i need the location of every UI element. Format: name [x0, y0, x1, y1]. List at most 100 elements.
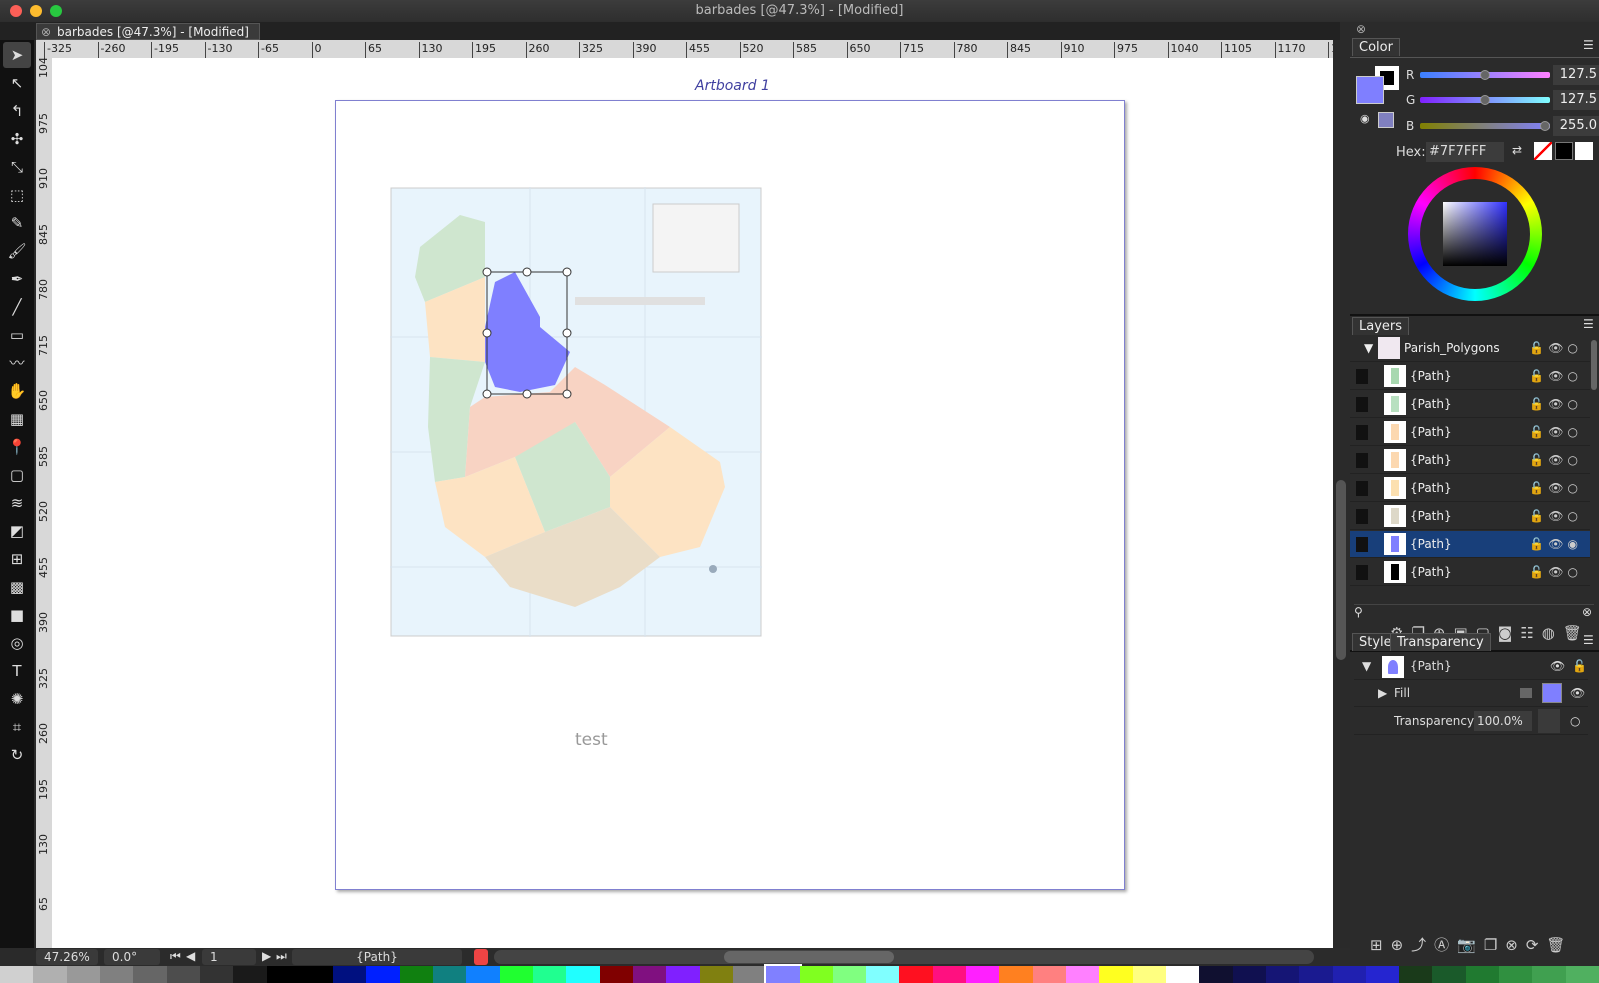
fill-visibility-icon[interactable]: 👁	[1570, 680, 1585, 707]
barbados-map[interactable]	[390, 187, 762, 637]
palette-swatch[interactable]	[599, 966, 633, 983]
expand-triangle-icon[interactable]: ▼	[1362, 653, 1371, 680]
minimize-window-button[interactable]	[30, 5, 42, 17]
layer-controls-icon[interactable]: 🔓👁◉	[1529, 531, 1582, 558]
layer-item[interactable]: {Path} 🔓👁○	[1350, 419, 1590, 446]
maximize-window-button[interactable]	[50, 5, 62, 17]
pattern-tool-icon[interactable]: ▩	[3, 574, 31, 600]
white-swatch[interactable]	[1575, 142, 1593, 160]
palette-swatch[interactable]	[99, 966, 134, 983]
next-page-icon[interactable]: ▶	[262, 949, 271, 963]
lock-icon[interactable]: 🔓	[1572, 653, 1587, 680]
canvas-text[interactable]: test	[575, 730, 608, 750]
fill-tool-icon[interactable]: ■	[3, 602, 31, 628]
clear-search-icon[interactable]: ⊗	[1582, 605, 1592, 619]
palette-swatch[interactable]	[1332, 966, 1366, 983]
color-panel-tab[interactable]: Color	[1352, 38, 1400, 56]
fill-swatch[interactable]	[1356, 76, 1384, 104]
crop-tool-icon[interactable]: ⌗	[3, 714, 31, 740]
line-tool-icon[interactable]: ╱	[3, 294, 31, 320]
palette-swatch[interactable]	[1099, 966, 1133, 983]
palette-swatch[interactable]	[166, 966, 200, 983]
palette-swatch[interactable]	[266, 966, 300, 983]
symbol-tool-icon[interactable]: ✺	[3, 686, 31, 712]
shapes-tool-icon[interactable]: ◎	[3, 630, 31, 656]
layer-group[interactable]: ▼ Parish_Polygons 🔓👁○	[1350, 335, 1590, 362]
layer-item[interactable]: {Path} 🔓👁○	[1350, 475, 1590, 502]
layer-controls-icon[interactable]: 🔓👁○	[1529, 363, 1582, 390]
palette-swatch[interactable]	[1532, 966, 1566, 983]
selection-field[interactable]: {Path}	[292, 949, 462, 965]
mesh-tool-icon[interactable]: ⊞	[3, 546, 31, 572]
palette-swatch[interactable]	[1199, 966, 1233, 983]
layer-item[interactable]: {Path} 🔓👁○	[1350, 447, 1590, 474]
palette-swatch[interactable]	[533, 966, 567, 983]
layer-controls-icon[interactable]: 🔓👁○	[1529, 419, 1582, 446]
g-value[interactable]: 127.5	[1553, 90, 1599, 110]
layer-controls-icon[interactable]: 🔓👁○	[1529, 503, 1582, 530]
style-menu-icon[interactable]: ☰	[1583, 633, 1594, 647]
layers-scrollbar[interactable]	[1591, 340, 1597, 390]
zoom-field[interactable]: 47.26%	[36, 949, 98, 965]
palette-swatch[interactable]	[466, 966, 500, 983]
palette-swatch[interactable]	[1032, 966, 1066, 983]
palette-swatch[interactable]	[764, 964, 802, 983]
gradient-mesh-tool-icon[interactable]: ▦	[3, 406, 31, 432]
palette-swatch[interactable]	[1365, 966, 1400, 983]
palette-swatch[interactable]	[1165, 966, 1200, 983]
palette-swatch[interactable]	[1232, 966, 1266, 983]
palette-swatch[interactable]	[1265, 966, 1300, 983]
vertical-scroll-thumb[interactable]	[1336, 480, 1346, 660]
horizontal-scroll-thumb[interactable]	[724, 951, 894, 963]
hatch-tool-icon[interactable]: ≋	[3, 490, 31, 516]
layers-menu-icon[interactable]: ☰	[1583, 317, 1594, 331]
palette-swatch[interactable]	[632, 966, 667, 983]
secondary-swatch[interactable]	[1378, 112, 1394, 128]
g-slider-knob[interactable]	[1480, 95, 1490, 105]
fill-color-swatch[interactable]	[1542, 683, 1562, 703]
transparency-swatch[interactable]	[1538, 709, 1560, 733]
b-slider[interactable]	[1420, 121, 1550, 131]
panel-menu-icon[interactable]: ☰	[1583, 38, 1594, 52]
fill-mode-icon[interactable]	[1520, 688, 1532, 698]
b-value[interactable]: 255.0	[1553, 116, 1599, 136]
document-tab[interactable]: ⊗ barbades [@47.3%] - [Modified]	[36, 23, 260, 40]
selector-tool-icon[interactable]: ➤	[3, 42, 31, 68]
layer-controls-icon[interactable]: 🔓👁○	[1529, 475, 1582, 502]
no-color-swatch[interactable]	[1534, 142, 1552, 160]
vertical-scrollbar[interactable]	[1333, 40, 1350, 948]
last-page-icon[interactable]: ⏭	[276, 949, 287, 964]
palette-swatch[interactable]	[333, 966, 367, 983]
hex-field[interactable]: #7F7FFF	[1426, 142, 1504, 162]
palette-swatch[interactable]	[799, 966, 833, 983]
palette-swatch[interactable]	[1399, 966, 1433, 983]
palette-swatch[interactable]	[199, 966, 234, 983]
layer-controls-icon[interactable]: 🔓👁○	[1529, 447, 1582, 474]
freehand-tool-icon[interactable]: ✎	[3, 210, 31, 236]
expand-triangle-icon[interactable]: ▼	[1364, 335, 1373, 362]
palette-swatch[interactable]	[1299, 966, 1333, 983]
transparency-tab[interactable]: Transparency	[1390, 633, 1491, 651]
palette-swatch[interactable]	[33, 966, 67, 983]
first-page-icon[interactable]: ⏮	[170, 949, 181, 964]
calligraphy-tool-icon[interactable]: 〰	[3, 350, 31, 376]
palette-swatch[interactable]	[1499, 966, 1533, 983]
palette-swatch[interactable]	[433, 966, 467, 983]
measure-tool-icon[interactable]: ⤡	[3, 154, 31, 180]
frame-tool-icon[interactable]: ▢	[3, 462, 31, 488]
rotate-tool-icon[interactable]: ↻	[3, 742, 31, 768]
palette-swatch[interactable]	[699, 966, 733, 983]
palette-swatch[interactable]	[66, 966, 100, 983]
spray-tool-icon[interactable]: ✋	[3, 378, 31, 404]
palette-swatch[interactable]	[966, 966, 1000, 983]
r-slider[interactable]	[1420, 70, 1550, 80]
palette-swatch[interactable]	[299, 966, 334, 983]
rectangle-tool-icon[interactable]: ▭	[3, 322, 31, 348]
g-slider[interactable]	[1420, 95, 1550, 105]
b-slider-knob[interactable]	[1540, 121, 1550, 131]
palette-swatch[interactable]	[1465, 966, 1500, 983]
prev-page-icon[interactable]: ◀	[186, 949, 195, 963]
zoom-tool-icon[interactable]: ✣	[3, 126, 31, 152]
layer-controls-icon[interactable]: 🔓👁○	[1529, 559, 1582, 586]
palette-swatch[interactable]	[732, 966, 767, 983]
